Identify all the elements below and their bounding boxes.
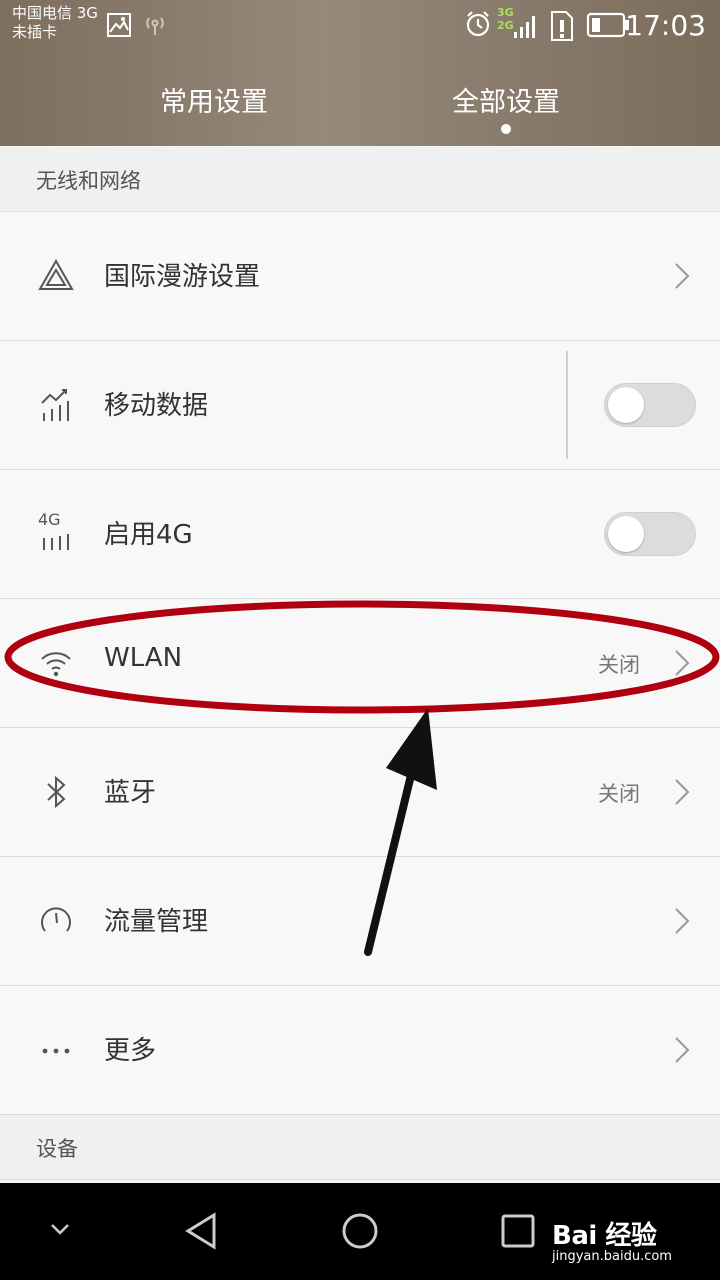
toggle-knob xyxy=(608,516,644,552)
triangle-icon xyxy=(38,258,74,290)
enable-4g-label: 启用4G xyxy=(104,520,193,550)
no-sim-icon xyxy=(551,11,573,41)
4g-signal-icon: 4G xyxy=(36,510,76,554)
row-traffic-management[interactable]: 流量管理 xyxy=(0,857,720,986)
mobile-data-label: 移动数据 xyxy=(104,391,209,421)
sim-status: 未插卡 xyxy=(12,23,58,41)
row-wlan[interactable]: WLAN 关闭 xyxy=(0,599,720,728)
baidu-watermark: Bai 经验 jingyan.baidu.com xyxy=(552,1215,672,1264)
back-button-icon[interactable] xyxy=(182,1211,220,1251)
row-more[interactable]: 更多 xyxy=(0,986,720,1115)
wifi-icon xyxy=(41,652,71,677)
bluetooth-status: 关闭 xyxy=(598,782,640,806)
row-divider xyxy=(566,351,568,459)
carrier-info: 中国电信 3G 未插卡 xyxy=(12,4,98,42)
tab-common-settings[interactable]: 常用设置 xyxy=(104,80,324,119)
row-enable-4g[interactable]: 4G 启用4G xyxy=(0,470,720,599)
tab-all-settings[interactable]: 全部设置 xyxy=(396,80,616,119)
carrier-name: 中国电信 3G xyxy=(12,4,98,22)
wlan-status: 关闭 xyxy=(598,653,640,677)
home-button-icon[interactable] xyxy=(340,1211,380,1251)
toggle-knob xyxy=(608,387,644,423)
row-bluetooth[interactable]: 蓝牙 关闭 xyxy=(0,728,720,857)
watermark-url: jingyan.baidu.com xyxy=(552,1249,672,1264)
alarm-icon xyxy=(466,11,490,37)
row-international-roaming[interactable]: 国际漫游设置 xyxy=(0,212,720,341)
section-header-device: 设备 xyxy=(0,1115,720,1180)
tab-indicator xyxy=(501,124,511,134)
chevron-right-icon xyxy=(675,650,690,676)
watermark-logo: Bai 经验 xyxy=(552,1221,657,1251)
wlan-label: WLAN xyxy=(104,643,183,673)
battery-icon xyxy=(586,12,629,38)
mobile-data-icon xyxy=(41,389,69,421)
image-notification-icon xyxy=(107,13,131,37)
header: 中国电信 3G 未插卡 3G 2G 17:03 常用设置 全部设置 xyxy=(0,0,720,146)
collapse-chevron-icon[interactable] xyxy=(48,1221,72,1237)
section-title-device: 设备 xyxy=(36,1137,78,1161)
status-bar: 中国电信 3G 未插卡 3G 2G 17:03 xyxy=(0,0,720,52)
more-label: 更多 xyxy=(104,1036,157,1066)
mobile-data-toggle[interactable] xyxy=(604,383,696,427)
hotspot-icon xyxy=(146,17,164,35)
tab-bar: 常用设置 全部设置 xyxy=(0,70,720,140)
more-dots-icon xyxy=(42,1048,70,1054)
section-header-wireless: 无线和网络 xyxy=(0,147,720,212)
signal-strength-icon xyxy=(514,16,535,38)
roaming-label: 国际漫游设置 xyxy=(104,262,261,292)
enable-4g-toggle[interactable] xyxy=(604,512,696,556)
chevron-right-icon xyxy=(675,779,690,805)
traffic-label: 流量管理 xyxy=(104,907,209,937)
chevron-right-icon xyxy=(675,1037,690,1063)
bluetooth-label: 蓝牙 xyxy=(104,778,157,808)
gauge-icon xyxy=(41,907,71,932)
clock: 17:03 xyxy=(625,9,706,42)
section-title-wireless: 无线和网络 xyxy=(36,169,141,193)
row-mobile-data[interactable]: 移动数据 xyxy=(0,341,720,470)
recent-apps-button-icon[interactable] xyxy=(500,1213,536,1249)
chevron-right-icon xyxy=(675,263,690,289)
4g-bars-icon xyxy=(43,534,69,550)
chevron-right-icon xyxy=(675,908,690,934)
bluetooth-icon xyxy=(47,775,66,809)
